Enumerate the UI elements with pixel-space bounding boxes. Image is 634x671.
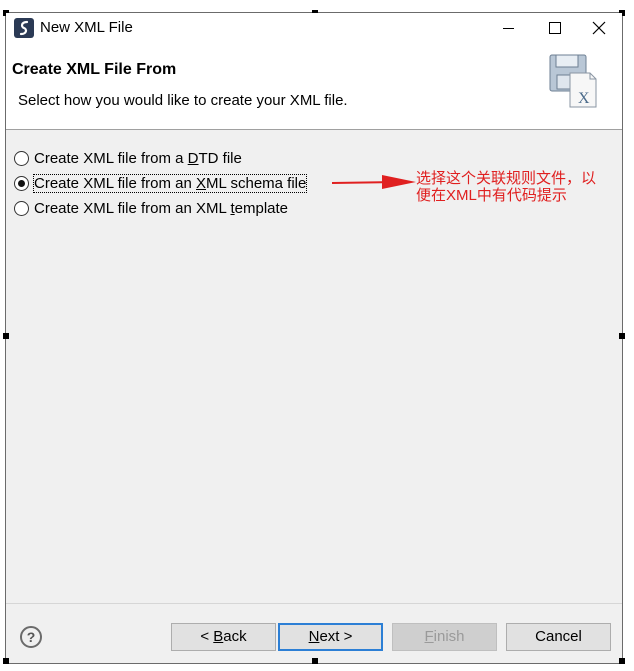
option-xml-template[interactable]: Create XML file from an XML template [14, 198, 288, 218]
annotation-note: 选择这个关联规则文件，以 便在XML中有代码提示 [416, 170, 621, 204]
resize-handle-bottom-left [3, 658, 9, 664]
resize-handle-bottom-right [619, 658, 625, 664]
radio-xml-template[interactable] [14, 200, 29, 216]
wizard-header: Create XML File From Select how you woul… [6, 43, 622, 130]
maximize-button[interactable] [531, 13, 577, 43]
option-dtd[interactable]: Create XML file from a DTD file [14, 148, 242, 168]
annotation-line-2: 便在XML中有代码提示 [416, 187, 567, 204]
page-description: Select how you would like to create your… [18, 92, 348, 109]
resize-handle-middle-right [619, 333, 625, 339]
eclipse-app-icon [14, 18, 34, 38]
resize-handle-middle-left [3, 333, 9, 339]
maximize-icon [549, 22, 561, 34]
minimize-button[interactable] [485, 13, 531, 43]
annotation-line-1: 选择这个关联规则文件，以 [416, 170, 597, 187]
footer-separator [6, 603, 622, 604]
finish-button[interactable]: Finish [392, 623, 497, 651]
xml-file-wizard-icon: X [548, 51, 600, 111]
next-button[interactable]: Next > [278, 623, 383, 651]
option-xml-schema-label: Create XML file from an XML schema file [32, 173, 308, 193]
radio-dtd[interactable] [14, 150, 29, 166]
title-bar[interactable]: New XML File [6, 13, 622, 43]
option-xml-template-label: Create XML file from an XML template [34, 199, 289, 217]
radio-xml-schema[interactable] [14, 175, 29, 191]
option-dtd-label: Create XML file from a DTD file [34, 149, 242, 167]
minimize-icon [503, 28, 514, 29]
cancel-button[interactable]: Cancel [506, 623, 611, 651]
close-button[interactable] [576, 13, 622, 43]
help-icon: ? [26, 629, 36, 645]
svg-text:X: X [578, 90, 590, 107]
window-title: New XML File [40, 19, 133, 36]
wizard-window: New XML File Create XML File From Select… [3, 10, 625, 664]
page-title: Create XML File From [12, 61, 177, 78]
annotation-arrow-icon [332, 175, 416, 189]
close-icon [592, 21, 606, 35]
option-xml-schema[interactable]: Create XML file from an XML schema file [14, 173, 308, 193]
back-button[interactable]: < Back [171, 623, 276, 651]
help-button[interactable]: ? [20, 626, 42, 648]
resize-handle-bottom-center [312, 658, 318, 664]
